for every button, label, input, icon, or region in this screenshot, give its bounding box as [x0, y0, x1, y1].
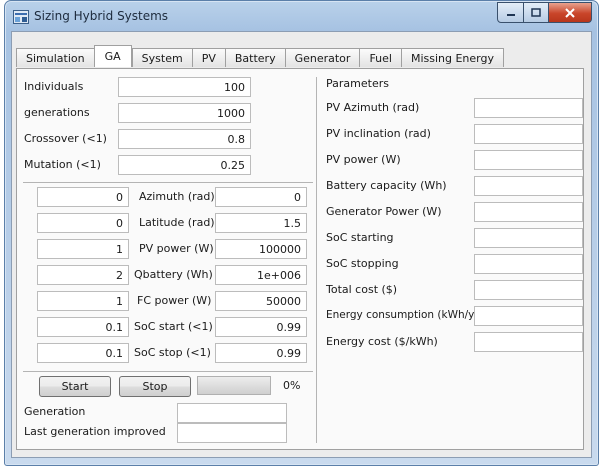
close-button[interactable] [549, 2, 592, 23]
total-cost-field[interactable] [474, 280, 583, 300]
battery-capacity-field[interactable] [474, 176, 583, 196]
tab-pv[interactable]: PV [191, 48, 225, 67]
parameters-heading: Parameters [326, 77, 389, 90]
total-cost-label: Total cost ($) [326, 283, 398, 296]
app-icon [13, 10, 29, 24]
soc-start-max-field[interactable]: 0.99 [215, 317, 307, 337]
fc-power-min-field[interactable]: 1 [37, 291, 129, 311]
soc-stop-label: SoC stop (<1) [134, 346, 211, 359]
last-improved-field[interactable] [177, 423, 287, 443]
mutation-field[interactable]: 0.25 [118, 155, 251, 175]
progress-percent: 0% [283, 379, 301, 392]
latitude-label: Latitude (rad) [139, 216, 215, 229]
latitude-min-field[interactable]: 0 [37, 213, 129, 233]
soc-starting-field[interactable] [474, 228, 583, 248]
qbattery-max-field[interactable]: 1e+006 [215, 265, 307, 285]
stop-button[interactable]: Stop [119, 376, 191, 397]
tab-generator[interactable]: Generator [284, 48, 360, 67]
mutation-label: Mutation (<1) [24, 158, 101, 171]
soc-stopping-field[interactable] [474, 254, 583, 274]
app-window: Sizing Hybrid Systems Simulation GA Syst… [4, 0, 599, 466]
soc-start-min-field[interactable]: 0.1 [37, 317, 129, 337]
energy-consumption-label: Energy consumption (kWh/yr) [326, 309, 483, 321]
azimuth-max-field[interactable]: 0 [215, 187, 307, 207]
minimize-button[interactable] [497, 2, 524, 23]
soc-stopping-label: SoC stopping [326, 257, 399, 270]
fc-power-max-field[interactable]: 50000 [215, 291, 307, 311]
crossover-field[interactable]: 0.8 [118, 129, 251, 149]
soc-stop-min-field[interactable]: 0.1 [37, 343, 129, 363]
fc-power-label: FC power (W) [137, 294, 212, 307]
client-area: Simulation GA System PV Battery Generato… [11, 31, 592, 458]
close-icon [565, 7, 575, 18]
battery-capacity-label: Battery capacity (Wh) [326, 179, 447, 192]
pv-inclination-label: PV inclination (rad) [326, 127, 431, 140]
soc-start-label: SoC start (<1) [134, 320, 213, 333]
generator-power-label: Generator Power (W) [326, 205, 442, 218]
pv-power-out-label: PV power (W) [326, 153, 401, 166]
qbattery-min-field[interactable]: 2 [37, 265, 129, 285]
azimuth-min-field[interactable]: 0 [37, 187, 129, 207]
individuals-label: Individuals [24, 80, 84, 93]
generations-field[interactable]: 1000 [118, 103, 251, 123]
pv-power-out-field[interactable] [474, 150, 583, 170]
tab-missing-energy[interactable]: Missing Energy [400, 48, 504, 67]
maximize-button[interactable] [524, 2, 549, 23]
tab-system[interactable]: System [131, 48, 192, 67]
generation-label: Generation [24, 405, 86, 418]
soc-stop-max-field[interactable]: 0.99 [215, 343, 307, 363]
minimize-icon [506, 13, 515, 16]
pv-power-min-field[interactable]: 1 [37, 239, 129, 259]
pv-azimuth-field[interactable] [474, 98, 583, 118]
generation-field[interactable] [177, 403, 287, 423]
tab-battery[interactable]: Battery [224, 48, 285, 67]
start-button[interactable]: Start [39, 376, 111, 397]
divider-controls [23, 371, 313, 372]
maximize-icon [531, 8, 541, 17]
window-title: Sizing Hybrid Systems [34, 9, 169, 23]
tab-bar: Simulation GA System PV Battery Generato… [16, 45, 504, 67]
ga-panel: Individuals 100 generations 1000 Crossov… [16, 68, 584, 450]
pv-azimuth-label: PV Azimuth (rad) [326, 101, 420, 114]
energy-consumption-field[interactable] [474, 306, 583, 326]
tab-simulation[interactable]: Simulation [16, 48, 94, 67]
pv-inclination-field[interactable] [474, 124, 583, 144]
energy-cost-field[interactable] [474, 332, 583, 352]
title-bar[interactable]: Sizing Hybrid Systems [5, 1, 598, 31]
progress-bar [197, 376, 271, 395]
pv-power-max-field[interactable]: 100000 [215, 239, 307, 259]
crossover-label: Crossover (<1) [24, 132, 107, 145]
latitude-max-field[interactable]: 1.5 [215, 213, 307, 233]
azimuth-label: Azimuth (rad) [139, 190, 215, 203]
individuals-field[interactable]: 100 [118, 77, 251, 97]
last-improved-label: Last generation improved [24, 425, 166, 438]
generations-label: generations [24, 106, 90, 119]
tab-ga[interactable]: GA [93, 45, 132, 67]
energy-cost-label: Energy cost ($/kWh) [326, 335, 438, 348]
generator-power-field[interactable] [474, 202, 583, 222]
soc-starting-label: SoC starting [326, 231, 394, 244]
pv-power-label: PV power (W) [139, 242, 214, 255]
qbattery-label: Qbattery (Wh) [134, 268, 213, 281]
divider-horizontal [23, 182, 313, 183]
divider-vertical [316, 77, 317, 443]
tab-fuel[interactable]: Fuel [359, 48, 401, 67]
